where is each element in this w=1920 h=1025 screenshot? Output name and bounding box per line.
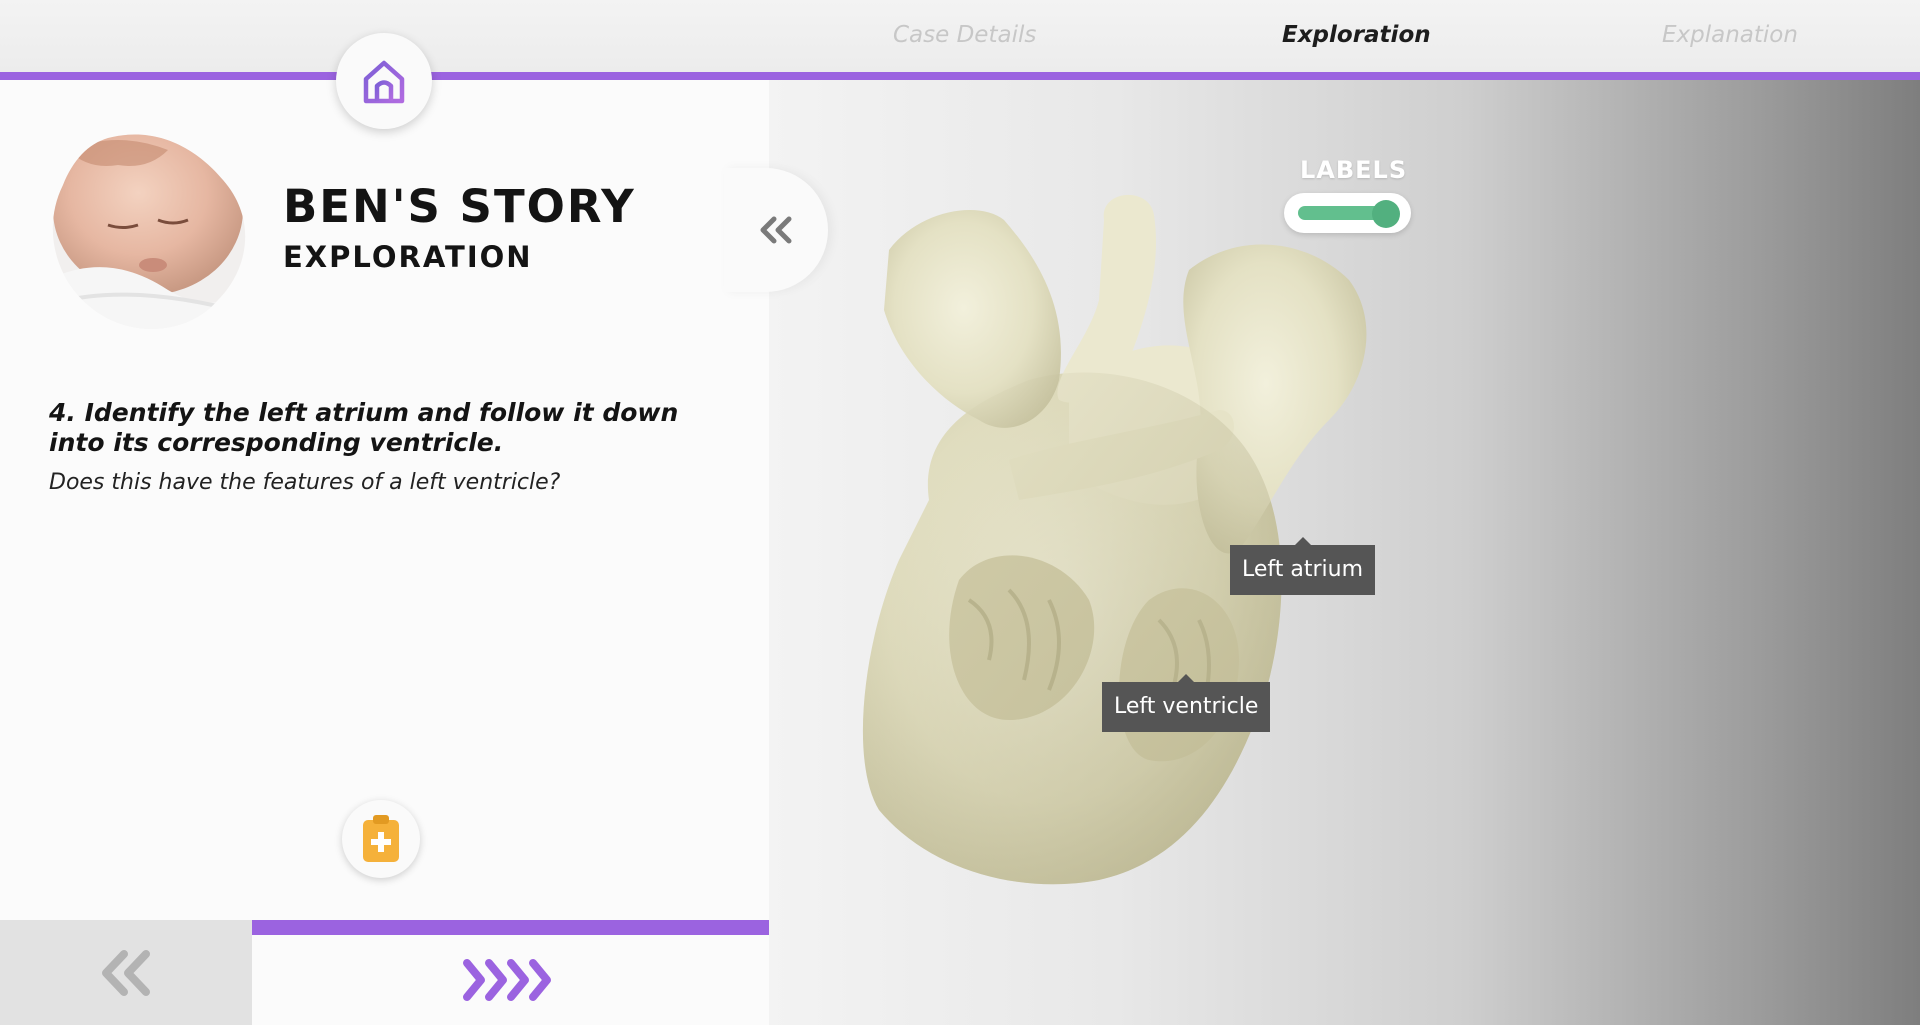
labels-title: LABELS [1300, 156, 1408, 184]
previous-button[interactable] [0, 920, 252, 1025]
top-navigation: Case Details Exploration Explanation [0, 0, 1920, 73]
next-button[interactable] [252, 935, 769, 1025]
quadruple-chevron-right-icon [462, 959, 551, 1001]
question-text: 4. Identify the left atrium and follow i… [49, 398, 679, 457]
labels-toggle[interactable] [1284, 193, 1411, 233]
bottom-progress-line [252, 920, 769, 935]
patient-avatar [52, 134, 246, 329]
tab-exploration[interactable]: Exploration [1282, 22, 1431, 48]
double-chevron-left-icon [760, 216, 792, 244]
tab-explanation[interactable]: Explanation [1662, 22, 1798, 48]
home-icon [363, 60, 405, 104]
story-title: BEN'S STORY [283, 180, 636, 233]
clipboard-plus-icon [363, 815, 399, 862]
top-progress-line [0, 72, 1920, 80]
label-left-ventricle: Left ventricle [1102, 674, 1271, 732]
label-left-atrium: Left atrium [1230, 537, 1376, 595]
home-button[interactable] [336, 33, 432, 129]
double-chevron-left-icon [102, 949, 150, 996]
notes-button[interactable] [342, 800, 420, 878]
story-subtitle: EXPLORATION [283, 240, 533, 274]
labels-toggle-knob[interactable] [1372, 200, 1400, 228]
tab-case-details[interactable]: Case Details [893, 22, 1036, 48]
question-prompt: Does this have the features of a left ve… [49, 470, 561, 495]
